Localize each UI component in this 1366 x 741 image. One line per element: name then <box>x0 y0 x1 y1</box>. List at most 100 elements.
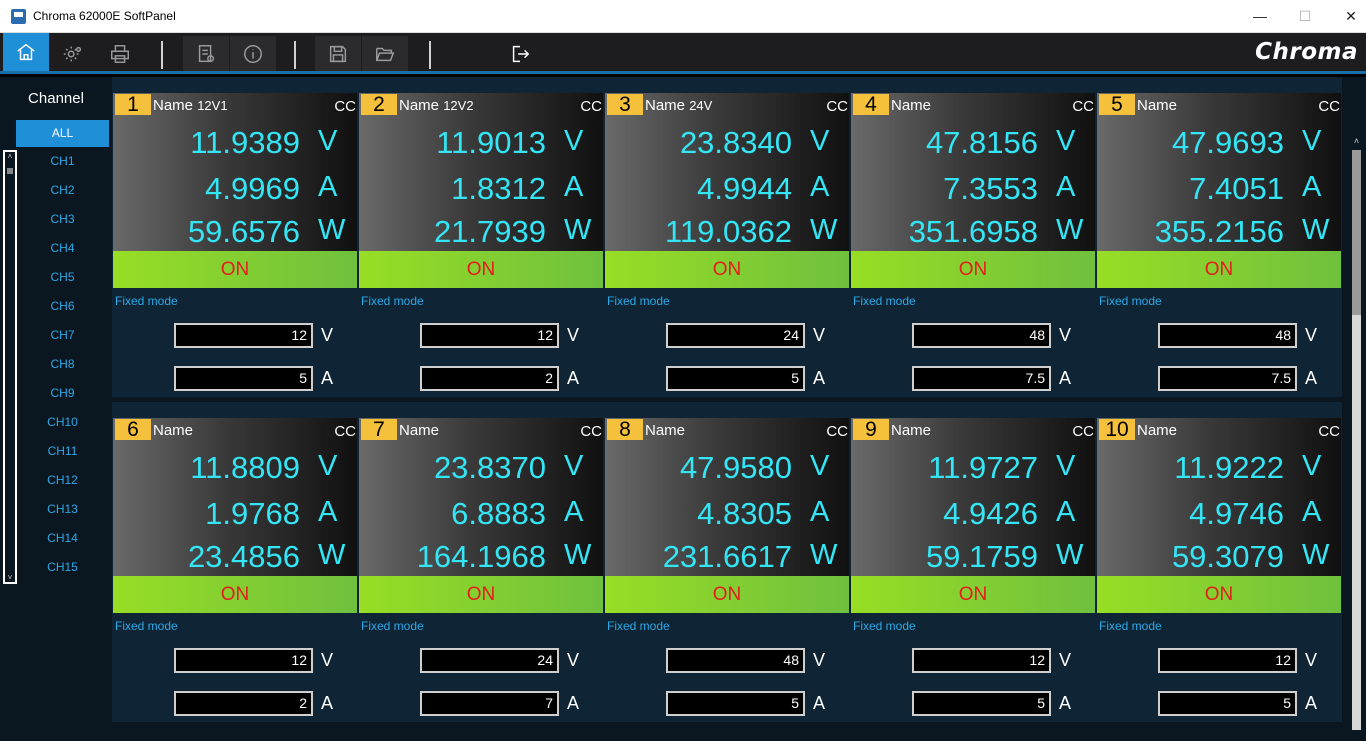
output-on-button[interactable]: ON <box>851 251 1095 288</box>
scroll-thumb[interactable] <box>1352 150 1361 315</box>
channel-item[interactable]: CH8 <box>16 352 109 381</box>
exit-button[interactable] <box>497 36 543 71</box>
script-icon <box>198 44 215 62</box>
toolbar-separator <box>161 41 163 69</box>
toolbar-separator <box>429 41 431 69</box>
voltage-setpoint-input[interactable]: 12 <box>174 648 313 673</box>
voltage-setpoint-unit: V <box>813 325 826 345</box>
maximize-button[interactable]: ☐ <box>1282 0 1328 32</box>
channel-item[interactable]: CH12 <box>16 468 109 497</box>
output-on-button[interactable]: ON <box>605 576 849 613</box>
current-setpoint-input[interactable]: 5 <box>912 691 1051 716</box>
channel-scrollbar[interactable]: ˄ ˅ <box>3 150 17 584</box>
output-on-button[interactable]: ON <box>1097 251 1341 288</box>
power-unit: W <box>1302 214 1330 246</box>
voltage-reading: 11.9389 <box>190 125 300 160</box>
script-button[interactable] <box>183 36 229 71</box>
info-button[interactable] <box>230 36 276 71</box>
channel-all-item[interactable]: ALL <box>16 120 109 147</box>
channel-name[interactable]: Name <box>645 422 685 439</box>
current-setpoint-input[interactable]: 7.5 <box>1158 366 1297 391</box>
current-setpoint-input[interactable]: 5 <box>666 691 805 716</box>
save-button[interactable] <box>315 36 361 71</box>
name-label: Name <box>153 422 194 439</box>
voltage-setpoint-input[interactable]: 12 <box>174 323 313 348</box>
current-reading: 7.3553 <box>943 171 1038 206</box>
current-setpoint-unit: A <box>567 368 580 388</box>
settings-button[interactable] <box>50 36 96 71</box>
channel-name[interactable]: Name <box>891 422 931 439</box>
channel-number: 1 <box>115 94 151 115</box>
voltage-setpoint-input[interactable]: 24 <box>666 323 805 348</box>
channel-name[interactable]: Name <box>1137 422 1177 439</box>
name-label: Name <box>645 97 686 114</box>
channel-item[interactable]: CH10 <box>16 410 109 439</box>
channel-item[interactable]: CH4 <box>16 236 109 265</box>
current-setpoint-input[interactable]: 5 <box>174 366 313 391</box>
output-on-button[interactable]: ON <box>851 576 1095 613</box>
channel-item[interactable]: CH15 <box>16 555 109 584</box>
output-on-button[interactable]: ON <box>113 576 357 613</box>
toolbar-separator <box>294 41 296 69</box>
mode-label: Fixed mode <box>361 619 424 633</box>
voltage-unit: V <box>1302 450 1322 482</box>
minimize-button[interactable]: — <box>1237 0 1283 32</box>
current-setpoint-input[interactable]: 2 <box>174 691 313 716</box>
output-on-button[interactable]: ON <box>359 576 603 613</box>
voltage-setpoint-input[interactable]: 12 <box>912 648 1051 673</box>
output-on-button[interactable]: ON <box>359 251 603 288</box>
channel-item[interactable]: CH6 <box>16 294 109 323</box>
voltage-setpoint-input[interactable]: 48 <box>666 648 805 673</box>
scroll-up-icon[interactable]: ˄ <box>5 152 15 161</box>
voltage-setpoint-input[interactable]: 48 <box>1158 323 1297 348</box>
current-setpoint-input[interactable]: 5 <box>666 366 805 391</box>
output-on-button[interactable]: ON <box>113 251 357 288</box>
voltage-setpoint-input[interactable]: 12 <box>420 323 559 348</box>
print-button[interactable] <box>97 36 143 71</box>
open-button[interactable] <box>362 36 408 71</box>
voltage-setpoint-input[interactable]: 48 <box>912 323 1051 348</box>
current-unit: A <box>564 496 584 528</box>
output-on-button[interactable]: ON <box>1097 576 1341 613</box>
mode-indicator: CC <box>580 423 602 440</box>
channel-name[interactable]: Name <box>1137 97 1177 114</box>
power-unit: W <box>1302 539 1330 571</box>
channel-item[interactable]: CH13 <box>16 497 109 526</box>
current-setpoint-input[interactable]: 5 <box>1158 691 1297 716</box>
current-setpoint-input[interactable]: 7 <box>420 691 559 716</box>
power-reading: 355.2156 <box>1154 214 1284 249</box>
channel-name[interactable]: Name 12V1 <box>153 97 228 114</box>
voltage-setpoint-input[interactable]: 12 <box>1158 648 1297 673</box>
scroll-thumb[interactable] <box>7 168 13 174</box>
channel-item[interactable]: CH5 <box>16 265 109 294</box>
channel-heading: Channel <box>28 90 84 107</box>
output-on-button[interactable]: ON <box>605 251 849 288</box>
channel-card: 9 Name CC 11.9727 V 4.9426 A 59.1759 W ON Fixed m… <box>850 402 1096 722</box>
scroll-down-icon[interactable]: ˅ <box>5 573 15 582</box>
power-reading: 351.6958 <box>908 214 1038 249</box>
power-reading: 21.7939 <box>433 214 546 249</box>
home-button[interactable] <box>3 33 49 71</box>
channel-name[interactable]: Name 24V <box>645 97 712 114</box>
channel-name[interactable]: Name <box>399 422 439 439</box>
channel-name[interactable]: Name 12V2 <box>399 97 474 114</box>
close-button[interactable]: ✕ <box>1328 0 1366 32</box>
channel-item[interactable]: CH14 <box>16 526 109 555</box>
channel-item[interactable]: CH11 <box>16 439 109 468</box>
main-scrollbar[interactable]: ˄ <box>1349 136 1364 736</box>
current-unit: A <box>810 496 830 528</box>
voltage-setpoint-input[interactable]: 24 <box>420 648 559 673</box>
channel-card: 10 Name CC 11.9222 V 4.9746 A 59.3079 W ON Fixed … <box>1096 402 1342 722</box>
channel-item[interactable]: CH1 <box>16 149 109 178</box>
channel-item[interactable]: CH3 <box>16 207 109 236</box>
channel-item[interactable]: CH9 <box>16 381 109 410</box>
channel-item[interactable]: CH7 <box>16 323 109 352</box>
scroll-up-icon[interactable]: ˄ <box>1349 136 1364 146</box>
channel-number: 9 <box>853 419 889 440</box>
channel-item[interactable]: CH2 <box>16 178 109 207</box>
mode-indicator: CC <box>334 98 356 115</box>
current-setpoint-input[interactable]: 2 <box>420 366 559 391</box>
current-setpoint-input[interactable]: 7.5 <box>912 366 1051 391</box>
channel-name[interactable]: Name <box>891 97 931 114</box>
channel-name[interactable]: Name <box>153 422 193 439</box>
